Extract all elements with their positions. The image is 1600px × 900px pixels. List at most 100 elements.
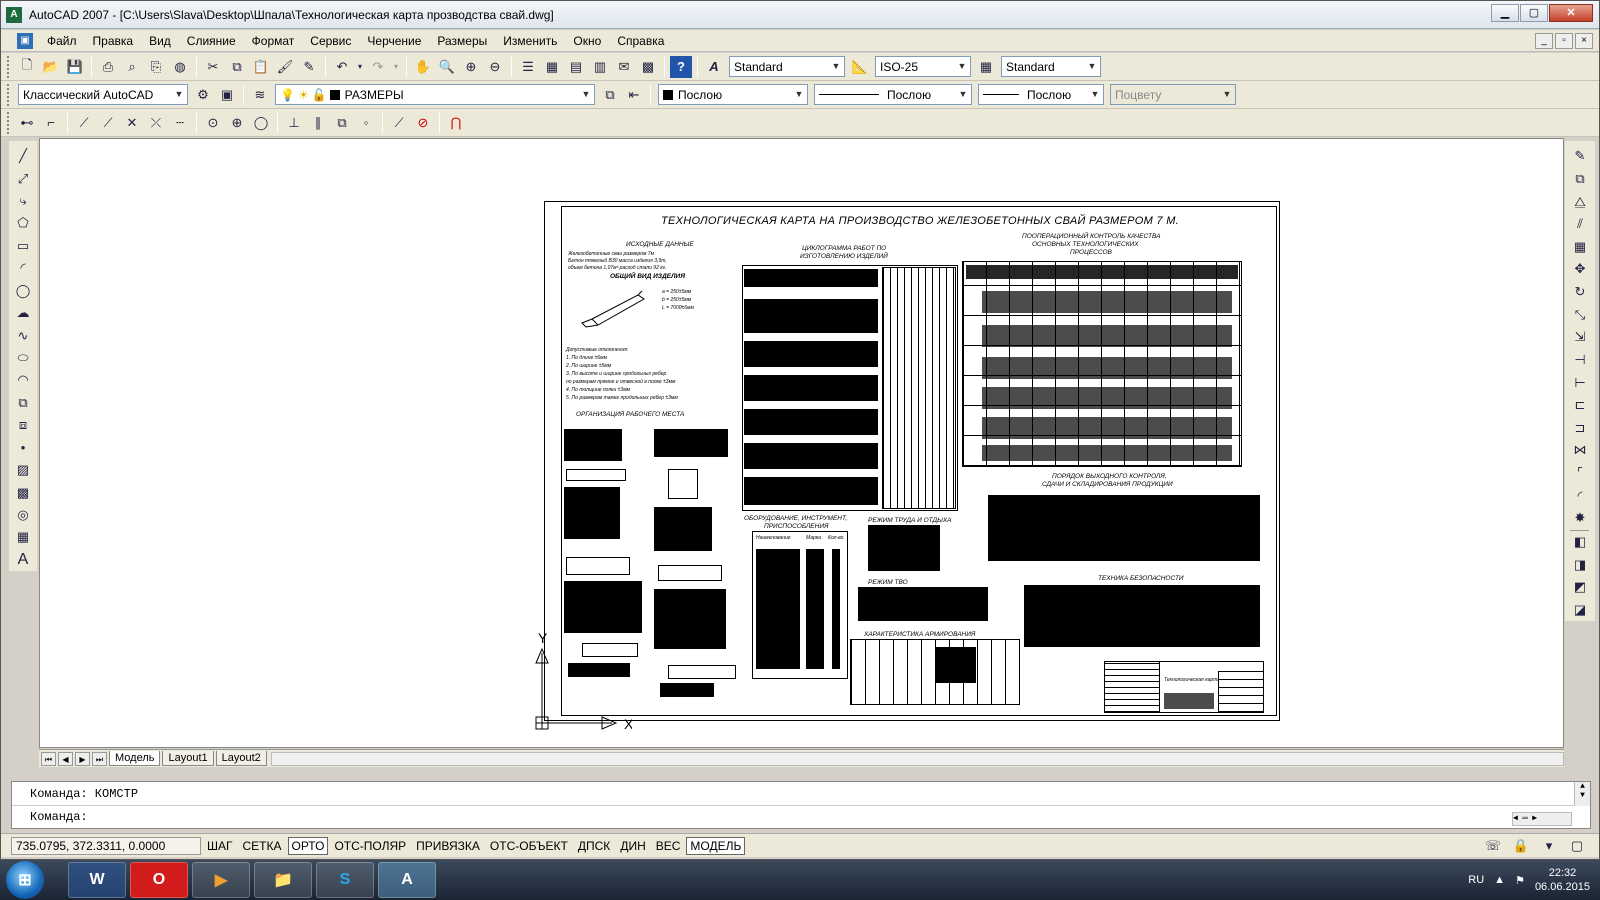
workspace-settings-icon[interactable]: ⚙ bbox=[192, 84, 214, 106]
toolbar-grip[interactable] bbox=[7, 83, 11, 106]
erase-icon[interactable]: ✎ bbox=[1569, 146, 1591, 167]
line-icon[interactable]: ╱ bbox=[12, 146, 34, 166]
ortho-toggle[interactable]: ОРТО bbox=[287, 836, 329, 855]
snap-perpendicular-icon[interactable]: ⊥ bbox=[283, 112, 305, 134]
linetype-select[interactable]: Послою ▼ bbox=[814, 84, 972, 105]
copy-object-icon[interactable]: ⧉ bbox=[1569, 169, 1591, 190]
menu-file[interactable]: Файл bbox=[39, 34, 85, 48]
snap-intersection-icon[interactable]: ✕ bbox=[121, 112, 143, 134]
menu-draw[interactable]: Черчение bbox=[359, 34, 429, 48]
revision-cloud-icon[interactable]: ☁ bbox=[12, 303, 34, 323]
autocad-app-icon[interactable]: A bbox=[6, 7, 22, 23]
offset-icon[interactable]: ⫽ bbox=[1569, 214, 1591, 235]
menu-merge[interactable]: Слияние bbox=[179, 34, 244, 48]
redo-icon[interactable]: ↷ bbox=[367, 56, 389, 78]
otrack-toggle[interactable]: ОТС-ОБЪЕКТ bbox=[486, 837, 572, 855]
toolbar-grip[interactable] bbox=[7, 55, 11, 78]
tool-palettes-icon[interactable]: ▤ bbox=[565, 56, 587, 78]
new-file-icon[interactable]: 🗋 bbox=[16, 56, 38, 78]
layer-select[interactable]: 💡 ☀ 🔓 РАЗМЕРЫ ▼ bbox=[275, 84, 595, 105]
chamfer-icon[interactable]: ⌜ bbox=[1569, 463, 1591, 484]
pan-icon[interactable]: ✋ bbox=[412, 56, 434, 78]
layer-manager-icon[interactable]: ≋ bbox=[249, 84, 271, 106]
menu-view[interactable]: Вид bbox=[141, 34, 179, 48]
rotate-icon[interactable]: ↻ bbox=[1569, 282, 1591, 303]
language-indicator[interactable]: RU bbox=[1468, 874, 1484, 886]
draworder-above-icon[interactable]: ◩ bbox=[1569, 577, 1591, 598]
drawing-canvas[interactable]: ТЕХНОЛОГИЧЕСКАЯ КАРТА НА ПРОИЗВОДСТВО ЖЕ… bbox=[39, 138, 1564, 748]
coordinates-display[interactable]: 735.0795, 372.3311, 0.0000 bbox=[11, 836, 201, 855]
osnap-settings-icon[interactable]: ⋂ bbox=[445, 112, 467, 134]
model-toggle[interactable]: МОДЕЛЬ bbox=[686, 836, 746, 855]
start-button[interactable]: ⊞ bbox=[6, 861, 44, 899]
color-select[interactable]: Послою ▼ bbox=[658, 84, 808, 105]
design-center-icon[interactable]: ▦ bbox=[541, 56, 563, 78]
clock[interactable]: 22:32 06.06.2015 bbox=[1535, 866, 1590, 894]
status-menu-icon[interactable]: ▾ bbox=[1538, 835, 1560, 857]
move-icon[interactable]: ✥ bbox=[1569, 259, 1591, 280]
menu-window[interactable]: Окно bbox=[565, 34, 609, 48]
prev-tab-icon[interactable]: ◀ bbox=[58, 751, 73, 766]
snap-tangent-icon[interactable]: ◯ bbox=[250, 112, 272, 134]
snap-nearest-icon[interactable]: ⟋ bbox=[388, 112, 410, 134]
workspace-save-icon[interactable]: ▣ bbox=[216, 84, 238, 106]
snap-extension-icon[interactable]: ┄ bbox=[169, 112, 191, 134]
tab-model[interactable]: Модель bbox=[109, 751, 161, 766]
command-hscrollbar[interactable]: ◀ ▭ ▶ bbox=[1512, 812, 1572, 826]
hatch-icon[interactable]: ▨ bbox=[12, 460, 34, 480]
calculator-icon[interactable]: ▩ bbox=[637, 56, 659, 78]
menu-tools[interactable]: Сервис bbox=[302, 34, 359, 48]
undo-icon[interactable]: ↶ bbox=[331, 56, 353, 78]
join-icon[interactable]: ⋈ bbox=[1569, 440, 1591, 461]
break-icon[interactable]: ⊐ bbox=[1569, 418, 1591, 439]
arc-icon[interactable]: ◜ bbox=[12, 258, 34, 278]
minimize-button[interactable]: ▁ bbox=[1491, 4, 1519, 22]
draworder-front-icon[interactable]: ◧ bbox=[1569, 532, 1591, 553]
rectangle-icon[interactable]: ▭ bbox=[12, 236, 34, 256]
circle-icon[interactable]: ◯ bbox=[12, 281, 34, 301]
polyline-icon[interactable]: ⤷ bbox=[12, 191, 34, 211]
insert-block-icon[interactable]: ⧉ bbox=[12, 393, 34, 413]
title-bar[interactable]: A AutoCAD 2007 - [C:\Users\Slava\Desktop… bbox=[1, 1, 1599, 29]
mirror-icon[interactable]: ⧋ bbox=[1569, 191, 1591, 212]
snap-center-icon[interactable]: ⊙ bbox=[202, 112, 224, 134]
menu-dimension[interactable]: Размеры bbox=[429, 34, 495, 48]
snap-quadrant-icon[interactable]: ⊕ bbox=[226, 112, 248, 134]
zoom-window-icon[interactable]: ⊕ bbox=[460, 56, 482, 78]
gradient-icon[interactable]: ▩ bbox=[12, 482, 34, 502]
snap-endpoint-icon[interactable]: ⟋ bbox=[73, 112, 95, 134]
lwt-toggle[interactable]: ВЕС bbox=[652, 837, 685, 855]
doc-close-button[interactable]: × bbox=[1575, 32, 1593, 49]
lock-icon[interactable]: 🔒 bbox=[1510, 835, 1532, 857]
table-style-icon[interactable]: ▦ bbox=[975, 56, 997, 78]
word-taskbar-icon[interactable]: W bbox=[68, 862, 126, 898]
fillet-icon[interactable]: ◜ bbox=[1569, 485, 1591, 506]
construction-line-icon[interactable]: ⤢ bbox=[12, 168, 34, 188]
make-block-icon[interactable]: ⧈ bbox=[12, 415, 34, 435]
paste-icon[interactable]: 📋 bbox=[250, 56, 272, 78]
plotstyle-select[interactable]: Поцвету ▼ bbox=[1110, 84, 1236, 105]
explode-icon[interactable]: ✸ bbox=[1569, 508, 1591, 529]
ellipse-arc-icon[interactable]: ◠ bbox=[12, 370, 34, 390]
command-scrollbar[interactable]: ▲ ▼ bbox=[1574, 782, 1590, 806]
zoom-previous-icon[interactable]: ⊖ bbox=[484, 56, 506, 78]
horizontal-scrollbar[interactable] bbox=[270, 751, 1564, 766]
explorer-taskbar-icon[interactable]: 📁 bbox=[254, 862, 312, 898]
redo-dropdown-icon[interactable]: ▾ bbox=[391, 56, 401, 78]
doc-minimize-button[interactable]: _ bbox=[1535, 32, 1553, 49]
snap-toggle[interactable]: ШАГ bbox=[203, 837, 237, 855]
osnap-toggle[interactable]: ПРИВЯЗКА bbox=[412, 837, 484, 855]
snap-midpoint-icon[interactable]: ⟋ bbox=[97, 112, 119, 134]
next-tab-icon[interactable]: ▶ bbox=[75, 751, 90, 766]
draworder-below-icon[interactable]: ◪ bbox=[1569, 599, 1591, 620]
sheet-set-icon[interactable]: ▥ bbox=[589, 56, 611, 78]
open-file-icon[interactable]: 📂 bbox=[40, 56, 62, 78]
lineweight-select[interactable]: Послою ▼ bbox=[978, 84, 1104, 105]
close-button[interactable]: ✕ bbox=[1549, 4, 1593, 22]
table-style-select[interactable]: Standard ▼ bbox=[1001, 56, 1101, 77]
stretch-icon[interactable]: ⇲ bbox=[1569, 327, 1591, 348]
print-preview-icon[interactable]: ⌕ bbox=[121, 56, 143, 78]
command-window[interactable]: Команда: КОМСТР Команда: ▲ ▼ ◀ ▭ ▶ bbox=[11, 781, 1591, 829]
menu-format[interactable]: Формат bbox=[244, 34, 303, 48]
multiline-text-icon[interactable]: A bbox=[12, 550, 34, 570]
